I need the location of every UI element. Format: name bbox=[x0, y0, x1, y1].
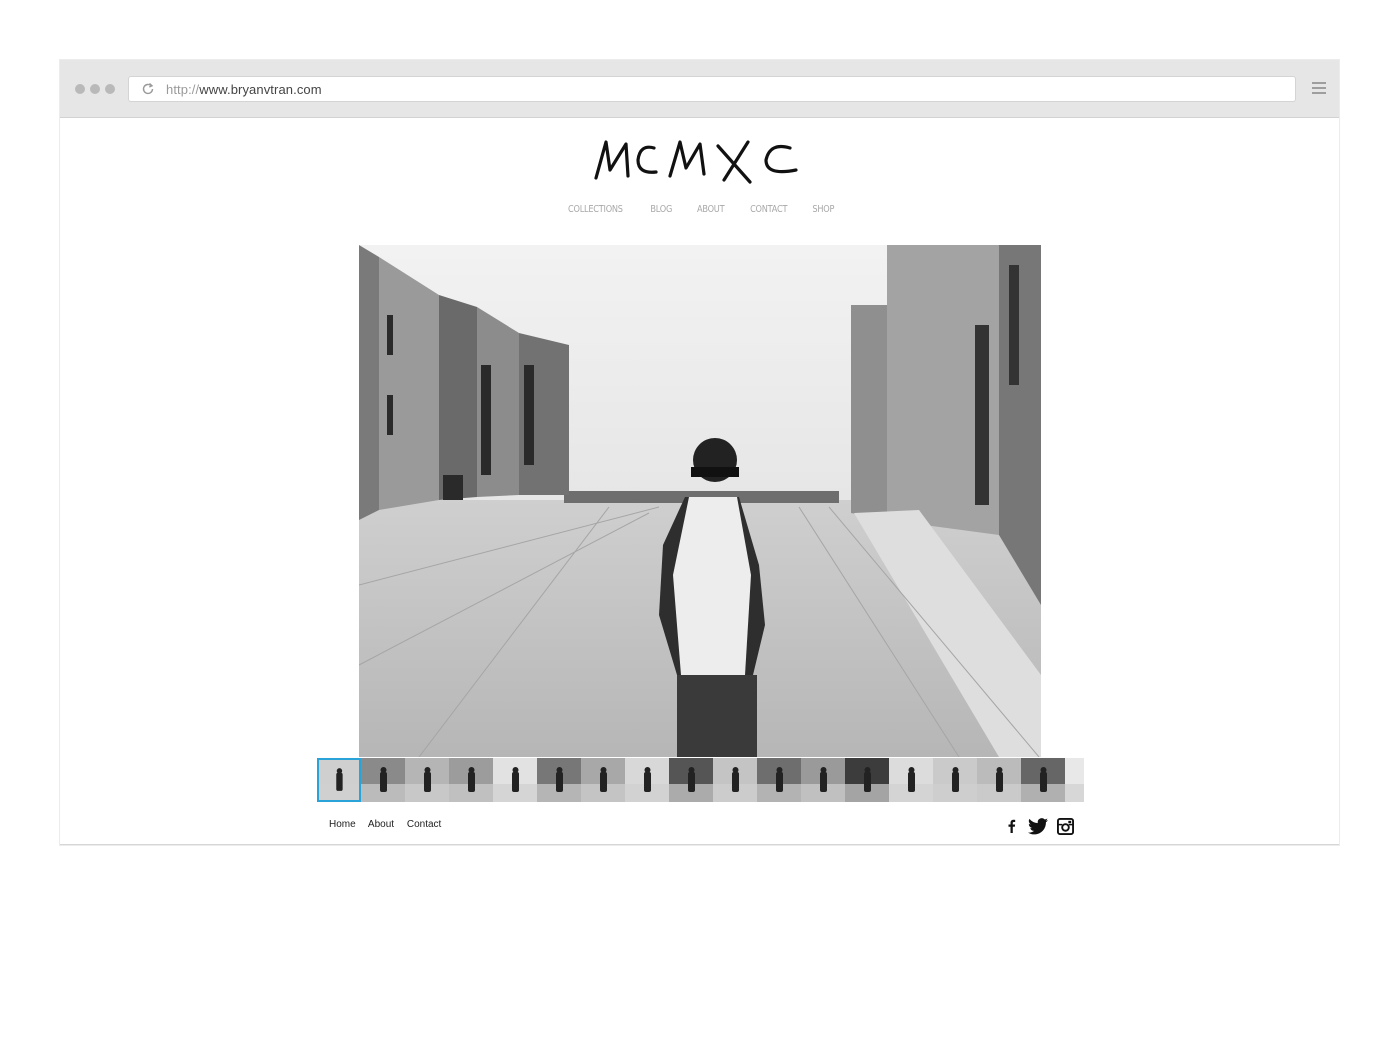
site-logo[interactable] bbox=[590, 130, 810, 190]
thumbnail-image bbox=[801, 758, 845, 802]
thumbnail[interactable] bbox=[845, 758, 889, 802]
thumbnail[interactable] bbox=[361, 758, 405, 802]
thumbnail[interactable] bbox=[449, 758, 493, 802]
footer-links: Home About Contact bbox=[329, 819, 451, 830]
nav-collections[interactable]: COLLECTIONS bbox=[568, 204, 623, 215]
address-bar[interactable]: http://www.bryanvtran.com bbox=[128, 76, 1296, 102]
browser-window: http://www.bryanvtran.com COLLECTIONS BL… bbox=[60, 60, 1339, 845]
site-nav: COLLECTIONS BLOG ABOUT CONTACT SHOP bbox=[60, 204, 1339, 215]
thumbnail-image bbox=[889, 758, 933, 802]
thumbnail[interactable] bbox=[1065, 758, 1084, 802]
footer-link-about[interactable]: About bbox=[368, 819, 394, 830]
thumbnail-image bbox=[933, 758, 977, 802]
window-dot-close[interactable] bbox=[75, 84, 85, 94]
url-host: www.bryanvtran.com bbox=[199, 82, 322, 97]
thumbnail[interactable] bbox=[933, 758, 977, 802]
hero-photo[interactable] bbox=[359, 245, 1041, 757]
thumbnail-image bbox=[405, 758, 449, 802]
browser-toolbar: http://www.bryanvtran.com bbox=[60, 60, 1339, 118]
nav-blog[interactable]: BLOG bbox=[651, 204, 673, 215]
thumbnail-image bbox=[361, 758, 405, 802]
nav-contact[interactable]: CONTACT bbox=[750, 204, 787, 215]
thumbnail-image bbox=[757, 758, 801, 802]
thumbnail[interactable] bbox=[405, 758, 449, 802]
thumbnail-image bbox=[977, 758, 1021, 802]
thumbnail-image bbox=[845, 758, 889, 802]
thumbnail[interactable] bbox=[713, 758, 757, 802]
thumbnail-image bbox=[449, 758, 493, 802]
instagram-icon[interactable] bbox=[1057, 817, 1074, 835]
thumbnail[interactable] bbox=[977, 758, 1021, 802]
footer-link-contact[interactable]: Contact bbox=[407, 819, 441, 830]
window-controls bbox=[75, 84, 115, 94]
thumbnail-image bbox=[493, 758, 537, 802]
thumbnail-image bbox=[537, 758, 581, 802]
facebook-icon[interactable] bbox=[1005, 817, 1019, 835]
thumbnail[interactable] bbox=[1021, 758, 1065, 802]
url-text: http://www.bryanvtran.com bbox=[166, 82, 322, 97]
thumbnail[interactable] bbox=[625, 758, 669, 802]
thumbnail[interactable] bbox=[317, 758, 361, 802]
nav-shop[interactable]: SHOP bbox=[812, 204, 834, 215]
social-links bbox=[1005, 817, 1074, 835]
window-dot-maximize[interactable] bbox=[105, 84, 115, 94]
thumbnail-strip bbox=[317, 758, 1084, 802]
thumbnail-image bbox=[581, 758, 625, 802]
thumbnail[interactable] bbox=[581, 758, 625, 802]
footer-link-home[interactable]: Home bbox=[329, 819, 356, 830]
thumbnail-image bbox=[319, 760, 359, 800]
thumbnail[interactable] bbox=[537, 758, 581, 802]
thumbnail-image bbox=[1021, 758, 1065, 802]
reload-icon[interactable] bbox=[141, 82, 155, 96]
url-protocol: http:// bbox=[166, 82, 200, 97]
thumbnail[interactable] bbox=[801, 758, 845, 802]
thumbnail-image bbox=[713, 758, 757, 802]
hamburger-menu-icon[interactable] bbox=[1312, 82, 1326, 96]
thumbnail[interactable] bbox=[493, 758, 537, 802]
thumbnail-image bbox=[625, 758, 669, 802]
thumbnail[interactable] bbox=[669, 758, 713, 802]
window-dot-minimize[interactable] bbox=[90, 84, 100, 94]
thumbnail[interactable] bbox=[889, 758, 933, 802]
thumbnail-image bbox=[669, 758, 713, 802]
thumbnail[interactable] bbox=[757, 758, 801, 802]
twitter-icon[interactable] bbox=[1028, 817, 1048, 835]
nav-about[interactable]: ABOUT bbox=[697, 204, 725, 215]
thumbnail-image bbox=[1065, 758, 1084, 802]
